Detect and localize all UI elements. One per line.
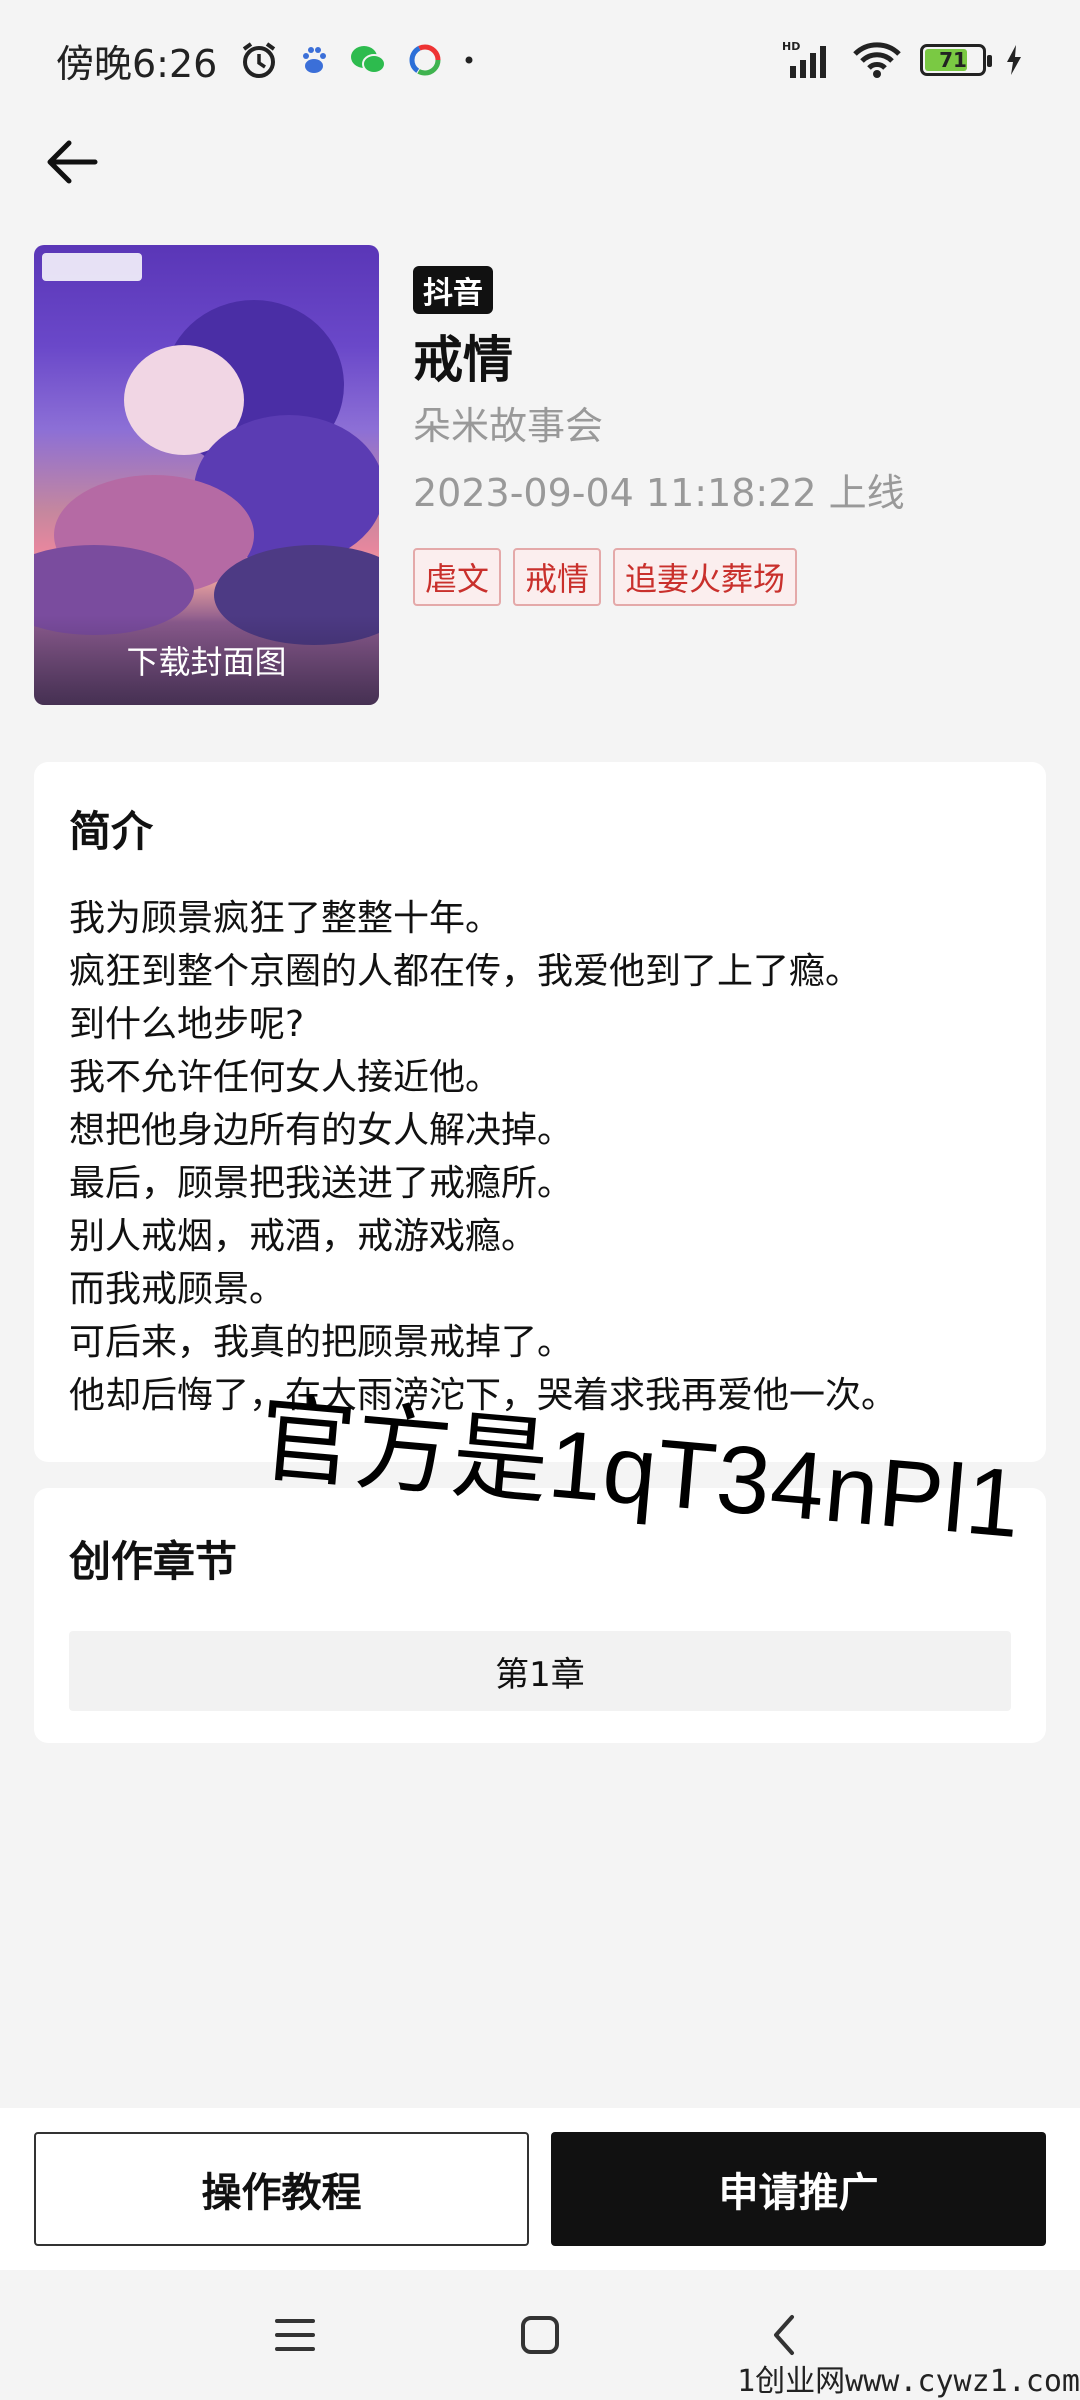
- tag-item: 追妻火葬场: [613, 548, 798, 606]
- intro-line: 可后来，我真的把顾景戒掉了。: [69, 1322, 574, 1363]
- status-bar: 傍晚6:26 HD 71: [0, 0, 1080, 120]
- book-cover[interactable]: 下载封面图: [34, 245, 379, 705]
- intro-line: 别人戒烟，戒酒，戒游戏瘾。: [69, 1216, 538, 1257]
- intro-card: 简介 我为顾景疯狂了整整十年。 疯狂到整个京圈的人都在传，我爱他到了上了瘾。 到…: [34, 762, 1046, 1462]
- charging-icon: [1004, 43, 1024, 77]
- battery-icon: 71: [920, 44, 992, 76]
- more-notifications-dot: [463, 54, 475, 66]
- menu-nav-button[interactable]: [265, 2305, 325, 2365]
- book-title: 戒情: [413, 331, 513, 389]
- intro-line: 而我戒顾景。: [69, 1269, 286, 1310]
- menu-icon: [275, 2319, 315, 2351]
- intro-line: 想把他身边所有的女人解决掉。: [69, 1110, 574, 1151]
- platform-badge: 抖音: [413, 266, 493, 314]
- bottom-action-bar: 操作教程 申请推广: [0, 2108, 1080, 2270]
- intro-line: 最后，顾景把我送进了戒瘾所。: [69, 1163, 574, 1204]
- home-square-icon: [521, 2316, 559, 2354]
- back-button[interactable]: [32, 122, 112, 202]
- home-nav-button[interactable]: [510, 2305, 570, 2365]
- network-type-label: HD: [782, 40, 800, 53]
- system-nav-bar: 1创业网www.cywz1.com: [0, 2270, 1080, 2400]
- apply-promotion-button[interactable]: 申请推广: [551, 2132, 1046, 2246]
- book-release-date: 2023-09-04 11:18:22 上线: [413, 471, 905, 515]
- download-cover-button[interactable]: 下载封面图: [34, 615, 379, 705]
- tag-list: 虐文 戒情 追妻火葬场: [413, 548, 798, 606]
- publisher-logo: [42, 253, 142, 281]
- tutorial-button[interactable]: 操作教程: [34, 2132, 529, 2246]
- intro-line: 我为顾景疯狂了整整十年。: [69, 898, 502, 939]
- tag-item: 戒情: [513, 548, 602, 606]
- alarm-icon: [239, 40, 279, 80]
- chapter-item[interactable]: 第1章: [69, 1631, 1011, 1711]
- battery-level: 71: [939, 48, 967, 72]
- intro-text: 我为顾景疯狂了整整十年。 疯狂到整个京圈的人都在传，我爱他到了上了瘾。 到什么地…: [69, 892, 897, 1422]
- book-author: 朵米故事会: [413, 404, 604, 448]
- tag-item: 虐文: [413, 548, 502, 606]
- app-notification-icon: [409, 44, 441, 76]
- baidu-app-icon: [301, 45, 327, 75]
- status-time: 傍晚6:26: [56, 41, 218, 86]
- intro-line: 我不允许任何女人接近他。: [69, 1057, 502, 1098]
- site-watermark: 1创业网www.cywz1.com: [737, 2364, 1080, 2399]
- wifi-icon: [852, 40, 902, 80]
- wechat-icon: [349, 44, 387, 76]
- intro-line: 到什么地步呢?: [69, 1004, 305, 1045]
- chevron-left-icon: [774, 2315, 794, 2355]
- intro-heading: 简介: [69, 807, 154, 856]
- intro-line: 疯狂到整个京圈的人都在传，我爱他到了上了瘾。: [69, 951, 862, 992]
- chapters-heading: 创作章节: [69, 1537, 238, 1586]
- arrow-left-icon: [47, 140, 98, 184]
- signal-icon: HD: [782, 40, 834, 80]
